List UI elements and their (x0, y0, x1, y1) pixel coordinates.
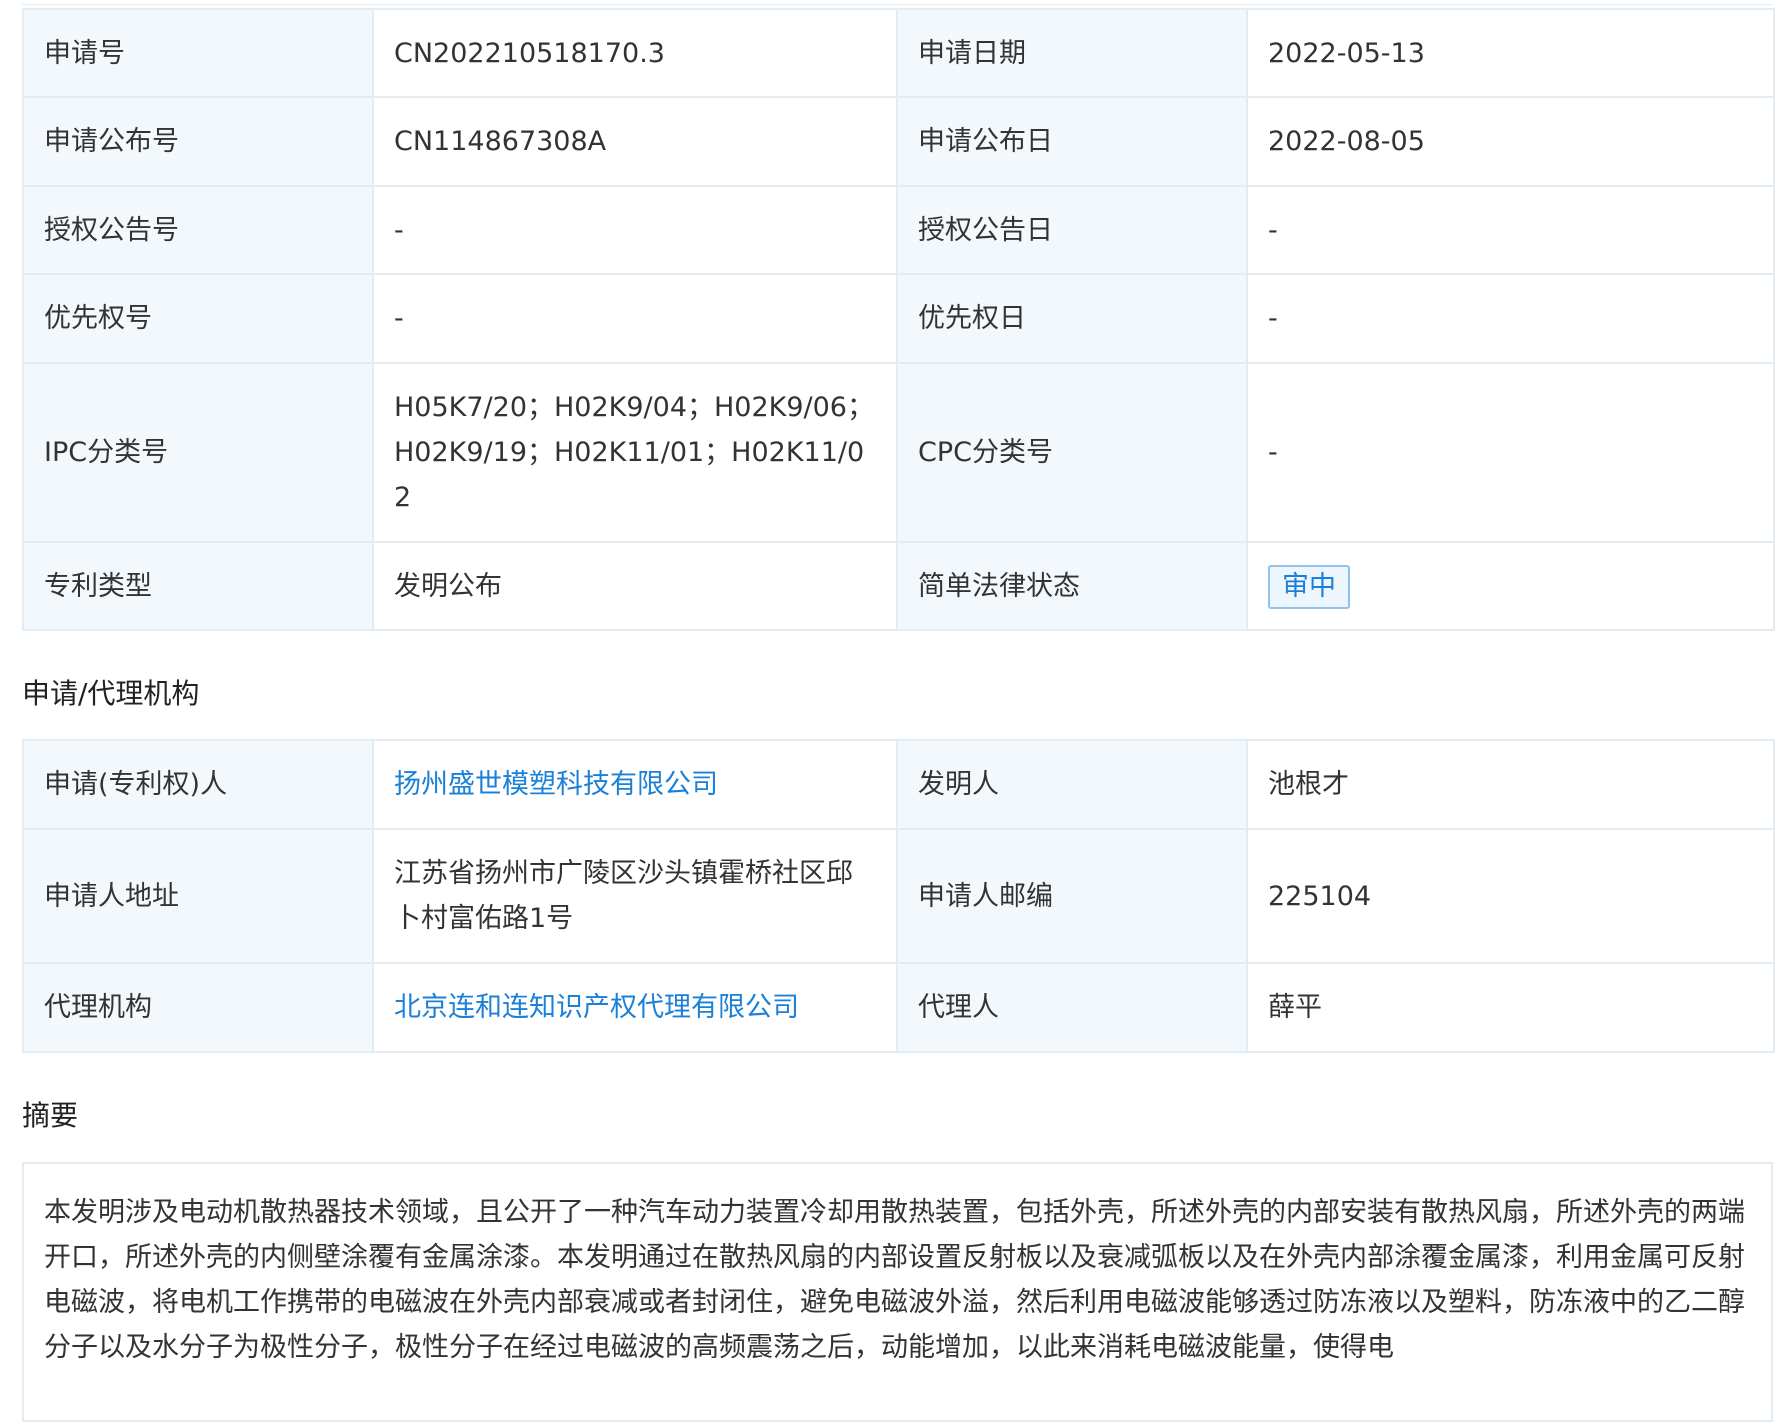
table-row: 专利类型 发明公布 简单法律状态 审中 (22, 541, 1775, 631)
table-row: 申请公布号 CN114867308A 申请公布日 2022-08-05 (22, 96, 1775, 187)
grant-number-value: - (372, 185, 898, 275)
section-title-agency: 申请/代理机构 (22, 677, 200, 710)
grant-date-label: 授权公告日 (896, 185, 1248, 275)
application-number-label: 申请号 (22, 8, 374, 98)
applicant-link[interactable]: 扬州盛世模塑科技有限公司 (372, 739, 898, 830)
inventor-value: 池根才 (1246, 739, 1775, 830)
application-number-value: CN202210518170.3 (372, 8, 898, 98)
basic-info-table: 申请号 CN202210518170.3 申请日期 2022-05-13 申请公… (22, 8, 1775, 631)
agency-link[interactable]: 北京连和连知识产权代理有限公司 (372, 962, 898, 1053)
table-row: IPC分类号 H05K7/20；H02K9/04；H02K9/06；H02K9/… (22, 362, 1775, 543)
table-row: 授权公告号 - 授权公告日 - (22, 185, 1775, 275)
publication-date-label: 申请公布日 (896, 96, 1248, 187)
agent-value: 薛平 (1246, 962, 1775, 1053)
ipc-class-label: IPC分类号 (22, 362, 374, 543)
abstract-box: 本发明涉及电动机散热器技术领域，且公开了一种汽车动力装置冷却用散热装置，包括外壳… (22, 1162, 1773, 1422)
postal-code-value: 225104 (1246, 828, 1775, 964)
top-table-edge (22, 0, 1772, 5)
inventor-label: 发明人 (896, 739, 1248, 830)
agent-label: 代理人 (896, 962, 1248, 1053)
abstract-text: 本发明涉及电动机散热器技术领域，且公开了一种汽车动力装置冷却用散热装置，包括外壳… (44, 1197, 1745, 1363)
application-date-value: 2022-05-13 (1246, 8, 1775, 98)
status-badge: 审中 (1268, 564, 1350, 609)
applicant-label: 申请(专利权)人 (22, 739, 374, 830)
legal-status-label: 简单法律状态 (896, 541, 1248, 631)
application-date-label: 申请日期 (896, 8, 1248, 98)
agency-table: 申请(专利权)人 扬州盛世模塑科技有限公司 发明人 池根才 申请人地址 江苏省扬… (22, 739, 1775, 1053)
table-row: 优先权号 - 优先权日 - (22, 273, 1775, 364)
table-row: 申请号 CN202210518170.3 申请日期 2022-05-13 (22, 8, 1775, 98)
priority-number-label: 优先权号 (22, 273, 374, 364)
priority-date-label: 优先权日 (896, 273, 1248, 364)
section-title-abstract: 摘要 (22, 1099, 79, 1132)
postal-code-label: 申请人邮编 (896, 828, 1248, 964)
table-row: 申请(专利权)人 扬州盛世模塑科技有限公司 发明人 池根才 (22, 739, 1775, 830)
grant-number-label: 授权公告号 (22, 185, 374, 275)
publication-number-value: CN114867308A (372, 96, 898, 187)
table-row: 申请人地址 江苏省扬州市广陵区沙头镇霍桥社区邱卜村富佑路1号 申请人邮编 225… (22, 828, 1775, 964)
priority-number-value: - (372, 273, 898, 364)
cpc-class-label: CPC分类号 (896, 362, 1248, 543)
agency-label: 代理机构 (22, 962, 374, 1053)
ipc-class-value: H05K7/20；H02K9/04；H02K9/06；H02K9/19；H02K… (372, 362, 898, 543)
legal-status-cell: 审中 (1246, 541, 1775, 631)
table-row: 代理机构 北京连和连知识产权代理有限公司 代理人 薛平 (22, 962, 1775, 1053)
applicant-address-label: 申请人地址 (22, 828, 374, 964)
publication-number-label: 申请公布号 (22, 96, 374, 187)
grant-date-value: - (1246, 185, 1775, 275)
applicant-address-value: 江苏省扬州市广陵区沙头镇霍桥社区邱卜村富佑路1号 (372, 828, 898, 964)
patent-type-value: 发明公布 (372, 541, 898, 631)
patent-type-label: 专利类型 (22, 541, 374, 631)
cpc-class-value: - (1246, 362, 1775, 543)
publication-date-value: 2022-08-05 (1246, 96, 1775, 187)
priority-date-value: - (1246, 273, 1775, 364)
